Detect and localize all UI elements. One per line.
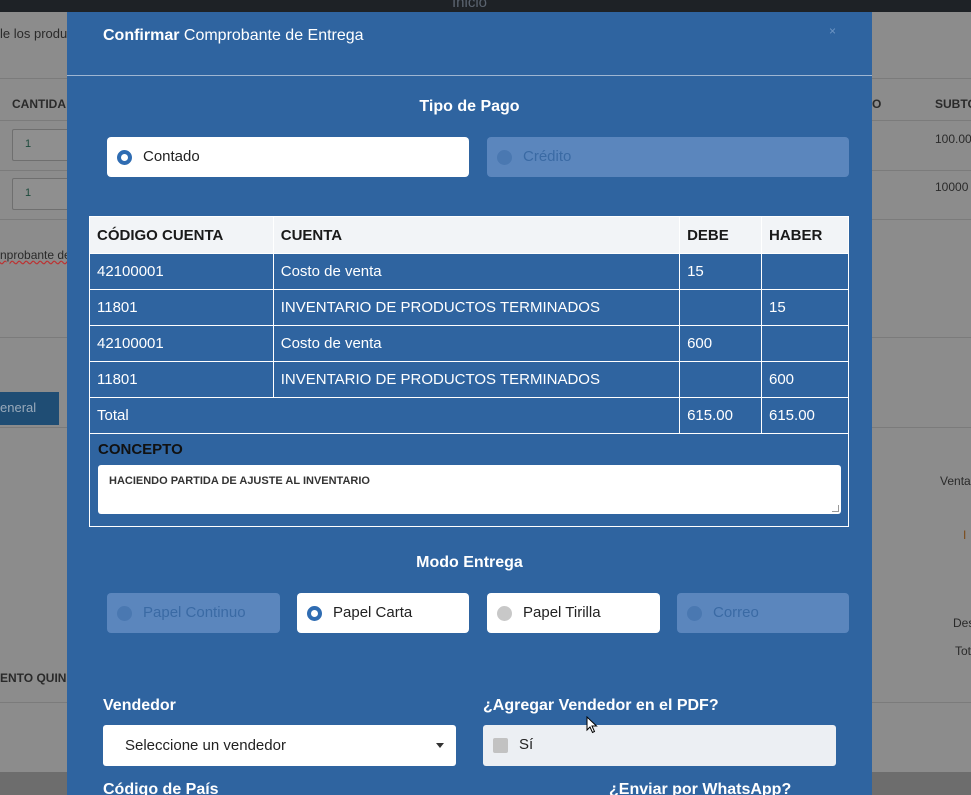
cell-debe: 15 [679,253,762,290]
cell-debe [679,361,762,398]
bg-col-cantidad: CANTIDA [12,97,66,111]
concept-label: CONCEPTO [98,441,183,458]
bg-qty-input[interactable]: 1 [12,129,70,161]
payment-option-contado[interactable]: Contado [107,137,469,177]
payment-option-label: Contado [143,148,200,165]
payment-option-label: Crédito [523,148,572,165]
cell-cuenta: Costo de venta [272,325,681,362]
accounting-entries-table: CÓDIGO CUENTA CUENTA DEBE HABER 42100001… [88,216,849,434]
top-bar-title: Inicio [452,0,488,11]
vendedor-label: Vendedor [103,697,176,714]
table-row: 42100001 Costo de venta 600 [89,325,849,362]
bg-venta-text: Venta [940,474,971,488]
table-row: 11801 INVENTARIO DE PRODUCTOS TERMINADOS… [89,289,849,326]
modal-header: Confirmar Comprobante de Entrega × [67,12,872,76]
delivery-option-label: Papel Tirilla [523,604,601,621]
bg-i-text: I [963,528,967,542]
cell-codigo: 42100001 [89,325,274,362]
cell-cuenta: INVENTARIO DE PRODUCTOS TERMINADOS [272,361,681,398]
add-vendor-pdf-checkbox[interactable]: Sí [483,725,836,766]
col-haber: HABER [761,216,849,254]
cell-codigo: 11801 [89,289,274,326]
cell-cuenta: INVENTARIO DE PRODUCTOS TERMINADOS [272,289,681,326]
bg-col-subtotal: SUBTO [935,97,971,111]
table-row: 11801 INVENTARIO DE PRODUCTOS TERMINADOS… [89,361,849,398]
top-bar: Inicio [0,0,971,12]
cell-codigo: 11801 [89,361,274,398]
payment-type-title: Tipo de Pago [419,98,520,115]
radio-unchecked-icon [117,606,132,621]
cell-debe: 600 [679,325,762,362]
cell-haber: 15 [761,289,849,326]
country-code-label: Código de País [103,781,219,795]
delivery-option-label: Papel Continuo [143,604,246,621]
radio-checked-icon [117,150,132,165]
col-codigo-cuenta: CÓDIGO CUENTA [89,216,274,254]
radio-unchecked-icon [687,606,702,621]
cell-codigo: 42100001 [89,253,274,290]
table-header-row: CÓDIGO CUENTA CUENTA DEBE HABER [89,216,849,254]
concept-textarea[interactable]: HACIENDO PARTIDA DE AJUSTE AL INVENTARIO [98,465,841,514]
payment-option-credito[interactable]: Crédito [487,137,849,177]
bg-products-text: le los produ [0,26,68,41]
modal-title: Confirmar Comprobante de Entrega [103,27,364,44]
bg-subtotal-2: 10000 [935,180,969,194]
delivery-option-label: Papel Carta [333,604,413,621]
table-total-row: Total 615.00 615.00 [88,397,849,434]
chevron-down-icon [436,743,444,748]
delivery-option-correo[interactable]: Correo [677,593,849,633]
add-vendor-pdf-label: ¿Agregar Vendedor en el PDF? [483,697,719,714]
confirm-delivery-modal: Confirmar Comprobante de Entrega × Tipo … [67,12,872,795]
cell-haber [761,253,849,290]
concept-section: CONCEPTO HACIENDO PARTIDA DE AJUSTE AL I… [89,432,849,527]
col-debe: DEBE [679,216,762,254]
total-haber: 615.00 [761,397,849,434]
radio-checked-icon [307,606,322,621]
bg-qty-input[interactable]: 1 [12,178,70,210]
bg-general-button[interactable]: eneral [0,392,59,425]
bg-col-o: O [872,97,882,111]
cell-cuenta: Costo de venta [272,253,681,290]
add-vendor-pdf-option-label: Sí [519,736,534,753]
bg-ento-text: ENTO QUIN [0,671,67,685]
vendedor-select[interactable]: Seleccione un vendedor [103,725,456,766]
delivery-option-papel-tirilla[interactable]: Papel Tirilla [487,593,660,633]
bg-des-text: Des [953,616,971,630]
total-label: Total [88,397,681,434]
whatsapp-label: ¿Enviar por WhatsApp? [609,781,792,795]
table-row: 42100001 Costo de venta 15 [89,253,849,290]
mouse-cursor-icon [586,716,598,734]
delivery-option-papel-carta[interactable]: Papel Carta [297,593,469,633]
delivery-mode-title: Modo Entrega [416,554,523,571]
delivery-option-label: Correo [713,604,759,621]
radio-unchecked-icon [497,606,512,621]
bg-subtotal-1: 100.00 [935,132,971,146]
bg-comprobante-text: nprobante de [0,248,71,262]
col-cuenta: CUENTA [272,216,681,254]
cell-debe [679,289,762,326]
resize-handle-icon[interactable] [832,505,839,512]
cell-haber [761,325,849,362]
vendedor-select-value: Seleccione un vendedor [125,737,286,754]
radio-unchecked-icon [497,150,512,165]
delivery-option-papel-continuo[interactable]: Papel Continuo [107,593,280,633]
bg-tot-text: Tot [955,644,971,658]
cell-haber: 600 [761,361,849,398]
checkbox-unchecked-icon [493,738,508,753]
close-icon[interactable]: × [829,24,836,38]
total-debe: 615.00 [679,397,762,434]
